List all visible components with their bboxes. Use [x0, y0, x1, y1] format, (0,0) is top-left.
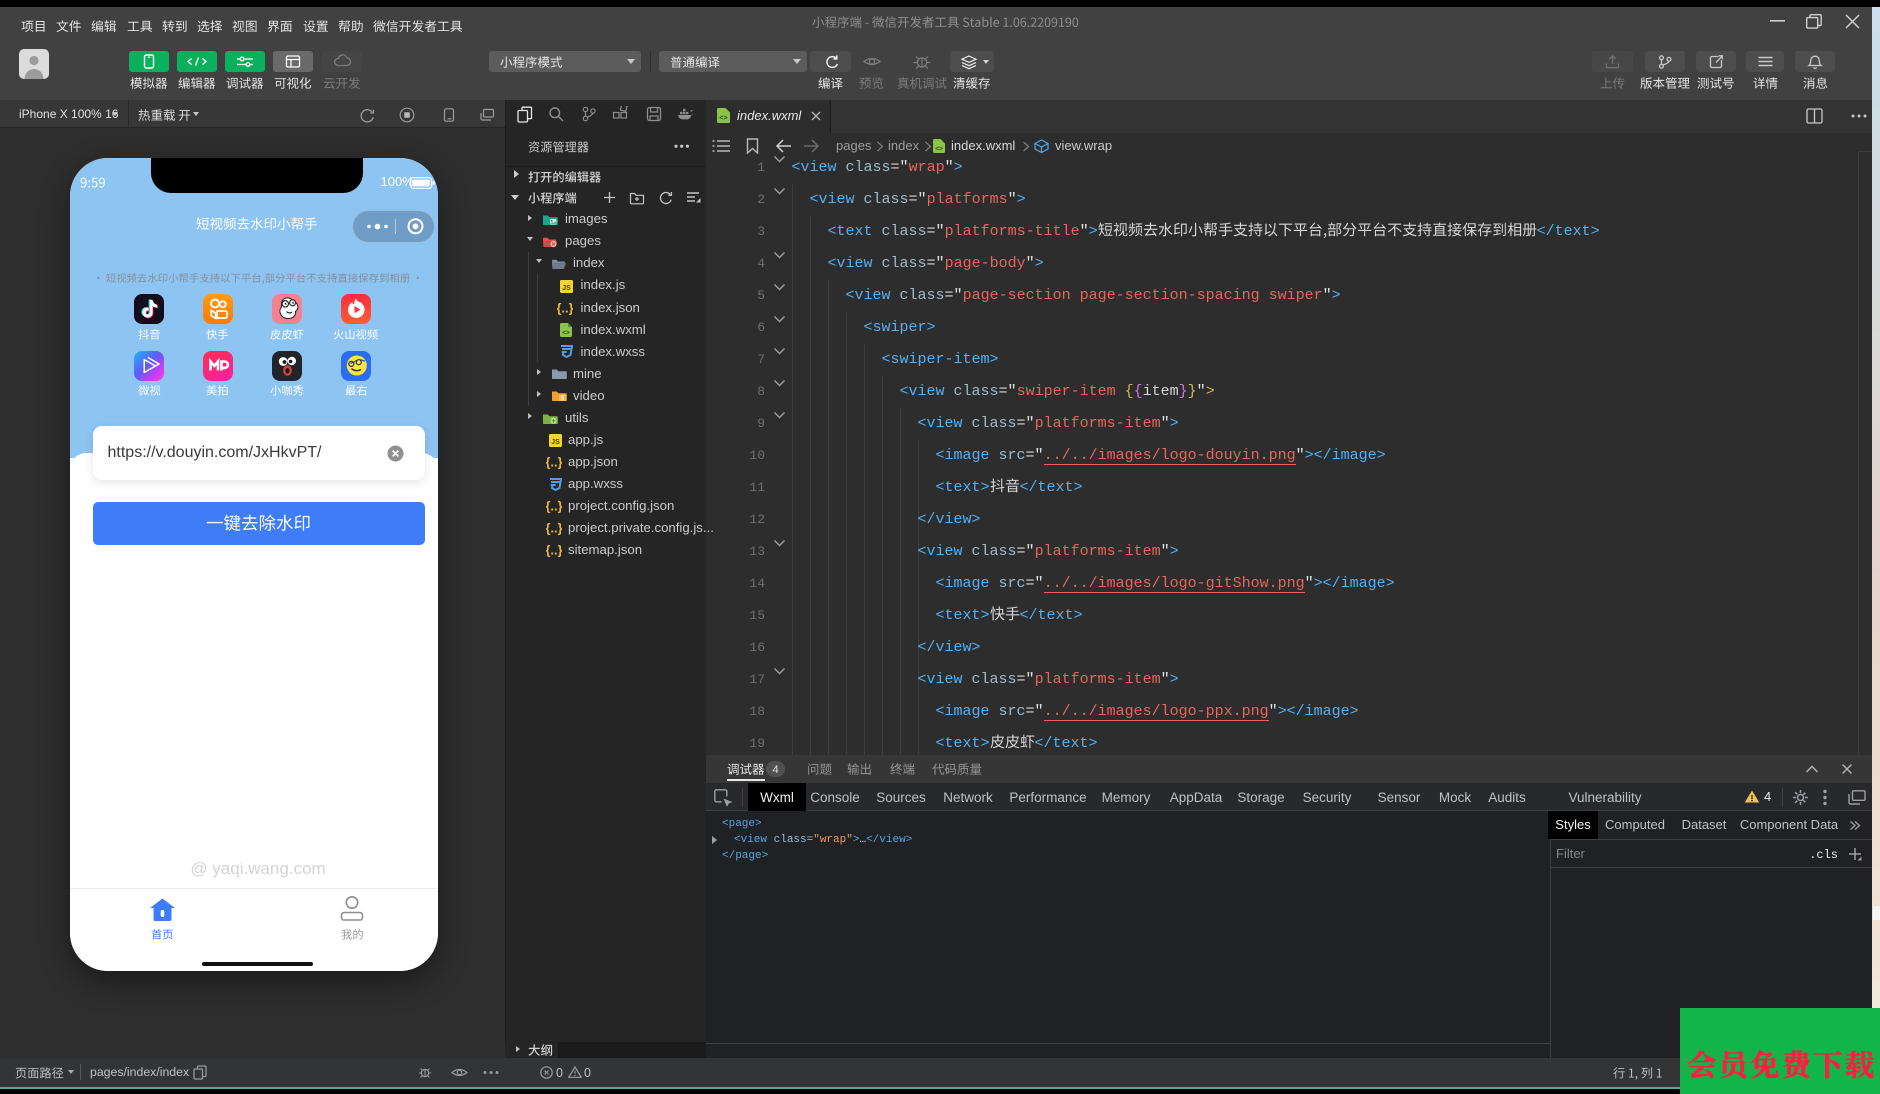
- svg-text:{..}: {..}: [546, 455, 562, 469]
- svg-text:JS: JS: [551, 439, 560, 446]
- svg-text:{..}: {..}: [546, 499, 562, 513]
- svg-text:<>: <>: [562, 330, 570, 337]
- svg-text:{..}: {..}: [557, 301, 573, 315]
- svg-text:{..}: {..}: [546, 543, 562, 557]
- svg-text:JS: JS: [562, 285, 571, 292]
- svg-text:<>: <>: [719, 115, 727, 122]
- svg-text:{..}: {..}: [546, 521, 562, 535]
